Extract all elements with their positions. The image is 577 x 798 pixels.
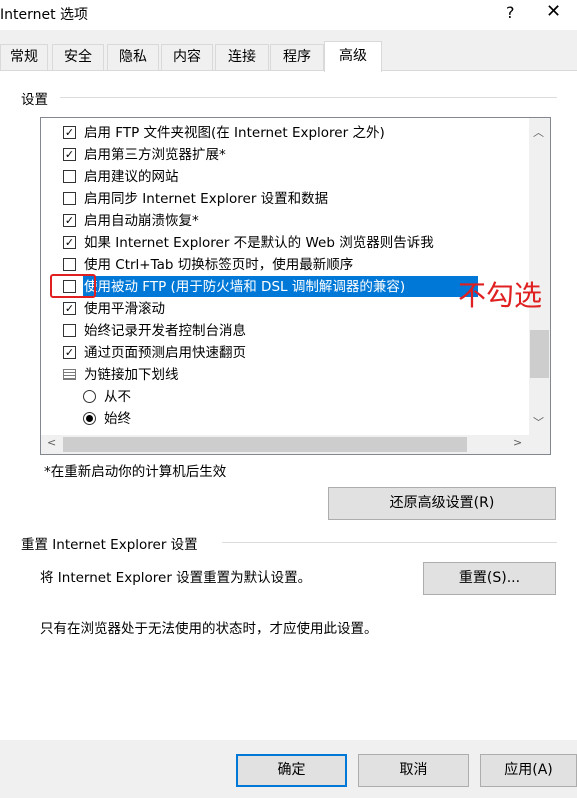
tab-programs[interactable]: 程序: [270, 44, 324, 70]
setting-row[interactable]: 使用被动 FTP (用于防火墙和 DSL 调制解调器的兼容): [41, 276, 529, 298]
setting-label: 始终记录开发者控制台消息: [84, 323, 246, 339]
setting-label: 通过页面预测启用快速翻页: [84, 345, 246, 361]
vertical-scroll-thumb[interactable]: [530, 330, 549, 378]
setting-row[interactable]: 启用建议的网站: [41, 166, 529, 188]
reset-warning-note: 只有在浏览器处于无法使用的状态时，才应使用此设置。: [40, 621, 378, 637]
setting-row[interactable]: ✓ 启用 FTP 文件夹视图(在 Internet Explorer 之外): [41, 122, 529, 144]
setting-row[interactable]: 始终记录开发者控制台消息: [41, 320, 529, 342]
setting-group-heading: 为链接加下划线: [41, 364, 529, 386]
radio-option[interactable]: 从不: [41, 386, 529, 408]
checkbox-checked[interactable]: ✓: [63, 346, 76, 359]
window-title: Internet 选项: [0, 7, 89, 23]
setting-label: 启用第三方浏览器扩展*: [84, 147, 226, 163]
radio-option[interactable]: 始终: [41, 408, 529, 430]
setting-label: 使用 Ctrl+Tab 切换标签页时，使用最新顺序: [84, 257, 354, 273]
tab-privacy[interactable]: 隐私: [107, 44, 159, 70]
cancel-button[interactable]: 取消: [358, 754, 469, 787]
scroll-right-icon[interactable]: >: [513, 436, 522, 449]
setting-label: 启用 FTP 文件夹视图(在 Internet Explorer 之外): [84, 125, 385, 141]
setting-row[interactable]: ✓ 启用第三方浏览器扩展*: [41, 144, 529, 166]
annotation-label: 不勾选: [458, 279, 543, 312]
setting-row[interactable]: ✓ 如果 Internet Explorer 不是默认的 Web 浏览器则告诉我: [41, 232, 529, 254]
tab-content[interactable]: 内容: [161, 44, 213, 70]
setting-label: 如果 Internet Explorer 不是默认的 Web 浏览器则告诉我: [84, 235, 434, 251]
restart-note: *在重新启动你的计算机后生效: [44, 464, 227, 480]
checkbox-unchecked[interactable]: [63, 258, 76, 271]
checkbox-checked[interactable]: ✓: [63, 148, 76, 161]
setting-label: 为链接加下划线: [84, 367, 179, 383]
scroll-down-icon[interactable]: ﹀: [533, 414, 544, 430]
checkbox-unchecked[interactable]: [63, 170, 76, 183]
setting-label: 始终: [104, 411, 131, 427]
title-bar: Internet 选项 ? ✕: [0, 0, 577, 30]
radio-unselected[interactable]: [83, 390, 96, 403]
setting-label: 启用同步 Internet Explorer 设置和数据: [84, 191, 329, 207]
reset-group-label: 重置 Internet Explorer 设置: [21, 533, 204, 553]
ok-button[interactable]: 确定: [236, 754, 347, 787]
checkbox-checked[interactable]: ✓: [63, 302, 76, 315]
setting-label: 从不: [104, 389, 131, 405]
help-icon[interactable]: ?: [506, 3, 515, 22]
reset-button[interactable]: 重置(S)...: [423, 562, 556, 595]
settings-category-icon: [63, 369, 76, 380]
setting-row[interactable]: ✓ 使用平滑滚动: [41, 298, 529, 320]
checkbox-checked[interactable]: ✓: [63, 236, 76, 249]
tab-general[interactable]: 常规: [0, 44, 48, 70]
setting-label: 使用被动 FTP (用于防火墙和 DSL 调制解调器的兼容): [84, 279, 406, 295]
setting-row[interactable]: ✓ 通过页面预测启用快速翻页: [41, 342, 529, 364]
tab-security[interactable]: 安全: [52, 44, 104, 70]
radio-selected[interactable]: [83, 412, 96, 425]
setting-row[interactable]: ✓ 启用自动崩溃恢复*: [41, 210, 529, 232]
tab-connections[interactable]: 连接: [215, 44, 269, 70]
scroll-left-icon[interactable]: <: [47, 436, 56, 449]
setting-label: 启用建议的网站: [84, 169, 179, 185]
checkbox-checked[interactable]: ✓: [63, 214, 76, 227]
settings-group-divider: [60, 97, 557, 98]
annotation-highlight-box: [50, 274, 96, 298]
settings-group-label: 设置: [21, 88, 54, 108]
checkbox-unchecked[interactable]: [63, 324, 76, 337]
horizontal-scroll-thumb[interactable]: [63, 437, 467, 452]
close-icon[interactable]: ✕: [546, 1, 561, 22]
checkbox-checked[interactable]: ✓: [63, 126, 76, 139]
restore-advanced-settings-button[interactable]: 还原高级设置(R): [328, 487, 556, 520]
tab-advanced[interactable]: 高级: [324, 41, 382, 72]
checkbox-unchecked[interactable]: [63, 192, 76, 205]
reset-description: 将 Internet Explorer 设置重置为默认设置。: [40, 570, 312, 586]
setting-label: 启用自动崩溃恢复*: [84, 213, 199, 229]
apply-button[interactable]: 应用(A): [480, 754, 577, 787]
setting-label: 使用平滑滚动: [84, 301, 165, 317]
setting-row[interactable]: 使用 Ctrl+Tab 切换标签页时，使用最新顺序: [41, 254, 529, 276]
setting-row[interactable]: 启用同步 Internet Explorer 设置和数据: [41, 188, 529, 210]
scroll-up-icon[interactable]: ︿: [533, 124, 544, 140]
reset-group-divider: [222, 542, 557, 543]
